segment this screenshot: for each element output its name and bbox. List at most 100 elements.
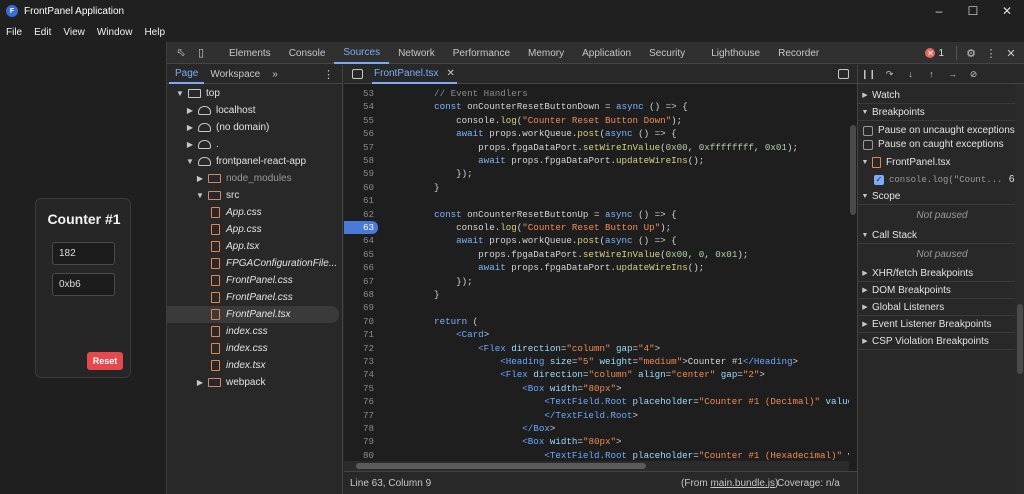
close-tab-icon[interactable]: ✕ — [446, 68, 454, 79]
inspect-element-icon[interactable]: ⬁ — [171, 42, 191, 64]
step-icon[interactable]: → — [942, 65, 963, 84]
dom-breakpoints-section[interactable]: ▶ DOM Breakpoints — [858, 282, 1024, 299]
collapsed-arrow-icon[interactable]: ▶ — [185, 140, 195, 149]
line-number[interactable]: 62 — [344, 208, 374, 221]
menu-window[interactable]: Window — [91, 27, 139, 38]
file-tree-file[interactable]: App.css — [167, 221, 343, 238]
collapsed-arrow-icon[interactable]: ▶ — [195, 174, 205, 183]
file-tree-file[interactable]: index.css — [167, 323, 343, 340]
file-tree-file[interactable]: App.css — [167, 204, 343, 221]
line-number[interactable]: 66 — [344, 261, 374, 274]
expanded-arrow-icon[interactable]: ▼ — [185, 157, 195, 166]
tab-security[interactable]: Security — [640, 42, 694, 64]
pause-caught-checkbox[interactable] — [863, 139, 873, 150]
vertical-scroll-thumb[interactable] — [850, 125, 856, 215]
file-tree-file[interactable]: index.tsx — [167, 357, 343, 374]
reset-button[interactable]: Reset — [87, 352, 123, 370]
more-options-icon[interactable]: ⋮ — [981, 42, 1001, 64]
toggle-navigator-icon[interactable] — [352, 69, 363, 79]
maximize-icon[interactable]: ☐ — [956, 0, 990, 22]
tab-network[interactable]: Network — [389, 42, 444, 64]
line-number[interactable]: 74 — [344, 368, 374, 381]
collapsed-arrow-icon[interactable]: ▶ — [195, 378, 205, 387]
line-number[interactable]: 76 — [344, 395, 374, 408]
expanded-arrow-icon[interactable]: ▼ — [195, 191, 205, 200]
step-over-icon[interactable]: ↷ — [879, 65, 900, 84]
tab-recorder[interactable]: Recorder — [769, 42, 828, 64]
device-toolbar-icon[interactable]: ▯ — [191, 42, 211, 64]
xhr-breakpoints-section[interactable]: ▶ XHR/fetch Breakpoints — [858, 265, 1024, 282]
line-number[interactable]: 59 — [344, 167, 374, 180]
line-number[interactable]: 69 — [344, 301, 374, 314]
tab-lighthouse[interactable]: Lighthouse — [702, 42, 769, 64]
file-tree-file[interactable]: index.css — [167, 340, 343, 357]
breakpoint-enabled-checkbox[interactable]: ✓ — [874, 174, 884, 185]
menu-file[interactable]: File — [0, 27, 28, 38]
line-number[interactable]: 53 — [344, 87, 374, 100]
pause-uncaught-checkbox[interactable] — [863, 125, 873, 136]
pause-caught-row[interactable]: Pause on caught exceptions — [858, 136, 1024, 153]
decimal-field[interactable]: 182 — [52, 242, 115, 265]
csp-violation-breakpoints-section[interactable]: ▶ CSP Violation Breakpoints — [858, 333, 1024, 350]
file-tree-folder[interactable]: ▶ node_modules — [167, 170, 343, 187]
line-number[interactable]: 67 — [344, 275, 374, 288]
breakpoints-section[interactable]: ▼ Breakpoints — [858, 104, 1024, 121]
settings-gear-icon[interactable]: ⚙ — [961, 42, 981, 64]
debugger-scrollbar[interactable] — [1015, 84, 1024, 494]
breakpoint-marker[interactable]: 63 — [344, 221, 378, 234]
tab-application[interactable]: Application — [573, 42, 640, 64]
file-tree-file[interactable]: FrontPanel.css — [167, 272, 343, 289]
minimize-icon[interactable]: – — [922, 0, 956, 22]
line-number[interactable]: 80 — [344, 449, 374, 461]
toggle-debugger-icon[interactable] — [838, 69, 849, 79]
line-number[interactable]: 60 — [344, 181, 374, 194]
file-tree-folder[interactable]: ▶ (no domain) — [167, 119, 343, 136]
tab-console[interactable]: Console — [280, 42, 335, 64]
file-tree-file[interactable]: FrontPanel.tsx — [167, 306, 339, 323]
file-tree-folder[interactable]: ▼ frontpanel-react-app — [167, 153, 343, 170]
file-tree-folder[interactable]: ▶ webpack — [167, 374, 343, 391]
step-into-icon[interactable]: ↓ — [900, 65, 921, 84]
tab-elements[interactable]: Elements — [220, 42, 280, 64]
resume-icon[interactable]: ❙❙ — [858, 65, 879, 84]
editor-file-tab[interactable]: FrontPanel.tsx ✕ — [372, 65, 457, 84]
file-tree-folder[interactable]: ▶ localhost — [167, 102, 343, 119]
collapsed-arrow-icon[interactable]: ▶ — [185, 123, 195, 132]
error-badge[interactable]: ✕ 1 — [925, 48, 944, 59]
vertical-scrollbar[interactable] — [849, 85, 857, 461]
line-number[interactable]: 65 — [344, 248, 374, 261]
line-number[interactable]: 68 — [344, 288, 374, 301]
file-tree-file[interactable]: FrontPanel.css — [167, 289, 343, 306]
file-tree-file[interactable]: FPGAConfigurationFile... — [167, 255, 343, 272]
line-number[interactable]: 77 — [344, 409, 374, 422]
more-tabs-icon[interactable]: » — [266, 65, 284, 84]
menu-view[interactable]: View — [57, 27, 91, 38]
hex-field[interactable]: 0xb6 — [52, 273, 115, 296]
menu-help[interactable]: Help — [138, 27, 171, 38]
line-number[interactable]: 70 — [344, 315, 374, 328]
collapsed-arrow-icon[interactable]: ▶ — [185, 106, 195, 115]
tab-workspace[interactable]: Workspace — [204, 65, 266, 84]
deactivate-breakpoints-icon[interactable]: ⊘ — [963, 65, 984, 84]
tab-performance[interactable]: Performance — [444, 42, 519, 64]
file-tree-folder[interactable]: ▼ top — [167, 85, 343, 102]
line-number[interactable]: 73 — [344, 355, 374, 368]
breakpoint-file-row[interactable]: ▼ FrontPanel.tsx — [858, 154, 1024, 171]
step-out-icon[interactable]: ↑ — [921, 65, 942, 84]
file-tree-file[interactable]: App.tsx — [167, 238, 343, 255]
line-number[interactable]: 71 — [344, 328, 374, 341]
line-number[interactable]: 72 — [344, 342, 374, 355]
line-number[interactable]: 78 — [344, 422, 374, 435]
scope-section[interactable]: ▼ Scope — [858, 188, 1024, 205]
line-number[interactable]: 56 — [344, 127, 374, 140]
tab-sources[interactable]: Sources — [334, 42, 390, 64]
file-tree-folder[interactable]: ▼ src — [167, 187, 343, 204]
global-listeners-section[interactable]: ▶ Global Listeners — [858, 299, 1024, 316]
line-number[interactable]: 64 — [344, 234, 374, 247]
navigator-menu-icon[interactable]: ⋮ — [323, 68, 334, 81]
horizontal-scrollbar[interactable] — [344, 461, 849, 471]
watch-section[interactable]: ▶ Watch — [858, 87, 1024, 104]
code-area[interactable]: 53 // Event Handlers 54 const onCounterRe… — [344, 85, 857, 461]
line-number[interactable]: 55 — [344, 114, 374, 127]
line-number[interactable]: 79 — [344, 435, 374, 448]
